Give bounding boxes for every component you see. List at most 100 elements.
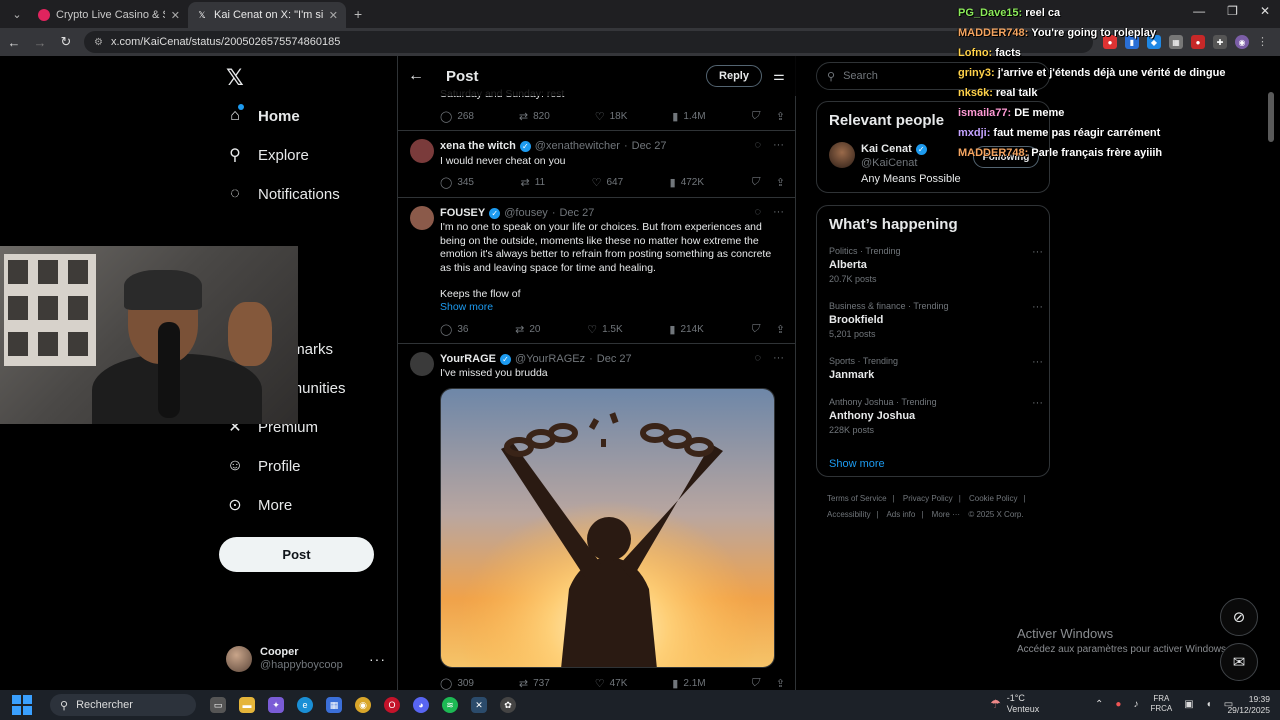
like-action[interactable]: ♡ 47K bbox=[595, 677, 628, 690]
spotify-icon[interactable]: ≋ bbox=[442, 697, 458, 713]
nav-explore[interactable]: ⚲ Explore bbox=[226, 143, 309, 167]
author-handle[interactable]: @xenathewitcher bbox=[535, 140, 620, 152]
tweet[interactable]: xena the witch ✓ @xenathewitcher · Dec 2… bbox=[398, 131, 796, 198]
reply-action[interactable]: ◯ 36 bbox=[440, 323, 468, 336]
copilot-icon[interactable]: ✦ bbox=[268, 697, 284, 713]
author-name[interactable]: FOUSEY bbox=[440, 207, 485, 219]
tweet[interactable]: FOUSEY ✓ @fousey · Dec 27 ◌ ··· I'm no o… bbox=[398, 198, 796, 344]
terms-link[interactable]: Terms of Service bbox=[827, 494, 887, 503]
show-more-link[interactable]: Show more bbox=[829, 458, 885, 470]
tweet-image[interactable] bbox=[440, 388, 775, 668]
back-icon[interactable]: ← bbox=[2, 35, 26, 50]
tweet-date[interactable]: Dec 27 bbox=[597, 353, 632, 365]
repost-action[interactable]: ⇄ 11 bbox=[520, 176, 545, 189]
file-explorer-icon[interactable]: ▬ bbox=[239, 697, 255, 713]
like-action[interactable]: ♡ 18K bbox=[595, 110, 628, 123]
show-more-link[interactable]: Show more bbox=[440, 301, 785, 315]
url-field[interactable]: ⚙ x.com/KaiCenat/status/2005026575574860… bbox=[84, 31, 1093, 53]
like-action[interactable]: ♡ 647 bbox=[592, 176, 624, 189]
share-icon[interactable]: ⇪ bbox=[776, 176, 785, 189]
close-icon[interactable]: ✕ bbox=[329, 9, 338, 22]
opera-icon[interactable]: O bbox=[384, 697, 400, 713]
cookie-link[interactable]: Cookie Policy bbox=[969, 494, 1017, 503]
reply-action[interactable]: ◯ 309 bbox=[440, 677, 474, 690]
new-tab-button[interactable]: + bbox=[354, 6, 362, 22]
nav-notifications[interactable]: ◌ Notifications bbox=[226, 182, 339, 206]
tweet-date[interactable]: Dec 27 bbox=[559, 207, 594, 219]
account-switcher[interactable]: Cooper @happyboycoop ··· bbox=[226, 644, 386, 674]
nav-more[interactable]: ⊙ More bbox=[226, 493, 292, 517]
more-dots-icon[interactable]: ··· bbox=[773, 352, 784, 364]
more-dots-icon[interactable]: ··· bbox=[369, 651, 386, 667]
system-clock[interactable]: 19:39 29/12/2025 bbox=[1227, 694, 1270, 716]
repost-action[interactable]: ⇄ 20 bbox=[515, 323, 540, 336]
volume-icon[interactable]: ◖ bbox=[1206, 699, 1212, 710]
privacy-link[interactable]: Privacy Policy bbox=[903, 494, 953, 503]
taskbar-search-input[interactable]: ⚲ Rechercher bbox=[50, 694, 196, 716]
repost-action[interactable]: ⇄ 820 bbox=[519, 110, 550, 123]
tweet[interactable]: YourRAGE ✓ @YourRAGEz · Dec 27 ◌ ··· I'v… bbox=[398, 344, 796, 690]
author-handle[interactable]: @fousey bbox=[504, 207, 548, 219]
views-action[interactable]: ▮ 2.1M bbox=[672, 677, 705, 690]
person-handle[interactable]: @KaiCenat bbox=[861, 157, 917, 169]
trend-item[interactable]: Sports · Trending Janmark ··· bbox=[829, 356, 1043, 381]
avatar[interactable] bbox=[410, 139, 434, 163]
more-dots-icon[interactable]: ··· bbox=[1032, 301, 1043, 313]
trend-item[interactable]: Anthony Joshua · Trending Anthony Joshua… bbox=[829, 397, 1043, 435]
messages-fab-button[interactable]: ✉ bbox=[1220, 643, 1258, 681]
sliders-icon[interactable]: ⚌ bbox=[762, 68, 796, 84]
more-dots-icon[interactable]: ··· bbox=[1032, 356, 1043, 368]
site-info-icon[interactable]: ⚙ bbox=[94, 37, 103, 48]
language-indicator[interactable]: FRA FRCA bbox=[1150, 694, 1172, 714]
mic-icon[interactable]: ♪ bbox=[1133, 699, 1138, 710]
bookmark-action[interactable]: ⛉ ⇪ bbox=[751, 677, 785, 690]
x-logo-icon[interactable]: 𝕏 bbox=[226, 66, 244, 91]
avatar[interactable] bbox=[829, 142, 855, 168]
grok-icon[interactable]: ◌ bbox=[754, 139, 761, 151]
more-dots-icon[interactable]: ··· bbox=[773, 206, 784, 218]
more-link[interactable]: More ··· bbox=[932, 510, 960, 519]
store-icon[interactable]: ▦ bbox=[326, 697, 342, 713]
grok-icon[interactable]: ◌ bbox=[754, 206, 761, 218]
share-icon[interactable]: ⇪ bbox=[776, 323, 785, 336]
accessibility-link[interactable]: Accessibility bbox=[827, 510, 871, 519]
terminal-icon[interactable]: ✕ bbox=[471, 697, 487, 713]
chrome-icon[interactable]: ◉ bbox=[355, 697, 371, 713]
post-button[interactable]: Post bbox=[219, 537, 374, 572]
app-icon[interactable]: ✿ bbox=[500, 697, 516, 713]
tab-search-chevron-icon[interactable]: ⌄ bbox=[4, 4, 30, 24]
author-name[interactable]: YourRAGE bbox=[440, 353, 496, 365]
back-arrow-icon[interactable]: ← bbox=[398, 67, 434, 85]
share-icon[interactable]: ⇪ bbox=[776, 677, 785, 690]
avatar[interactable] bbox=[410, 206, 434, 230]
avatar[interactable] bbox=[410, 352, 434, 376]
discord-icon[interactable]: ◕ bbox=[413, 697, 429, 713]
tab-casino[interactable]: Crypto Live Casino & Slots | Jo ✕ bbox=[30, 2, 188, 28]
windows-start-icon[interactable] bbox=[12, 695, 32, 715]
grok-icon[interactable]: ◌ bbox=[754, 352, 761, 364]
task-view-icon[interactable]: ▭ bbox=[210, 697, 226, 713]
reload-icon[interactable]: ↻ bbox=[54, 34, 78, 50]
share-icon[interactable]: ⇪ bbox=[776, 110, 785, 123]
author-name[interactable]: xena the witch bbox=[440, 140, 516, 152]
views-action[interactable]: ▮ 472K bbox=[670, 176, 704, 189]
ads-info-link[interactable]: Ads info bbox=[886, 510, 915, 519]
repost-action[interactable]: ⇄ 737 bbox=[519, 677, 550, 690]
network-icon[interactable]: ▣ bbox=[1184, 699, 1193, 710]
chevron-up-icon[interactable]: ⌃ bbox=[1095, 699, 1103, 710]
edge-icon[interactable]: e bbox=[297, 697, 313, 713]
reply-action[interactable]: ◯ 345 bbox=[440, 176, 474, 189]
person-name[interactable]: Kai Cenat ✓ bbox=[861, 143, 927, 155]
weather-widget[interactable]: ☂ -1°C Venteux bbox=[990, 693, 1039, 715]
more-dots-icon[interactable]: ··· bbox=[1032, 397, 1043, 409]
nav-profile[interactable]: ☺ Profile bbox=[226, 454, 301, 478]
reply-action[interactable]: ◯ 268 bbox=[440, 110, 474, 123]
forward-icon[interactable]: → bbox=[28, 35, 52, 50]
tweet-date[interactable]: Dec 27 bbox=[632, 140, 667, 152]
grok-fab-button[interactable]: ⊘ bbox=[1220, 598, 1258, 636]
views-action[interactable]: ▮ 214K bbox=[669, 323, 703, 336]
trend-item[interactable]: Business & finance · Trending Brookfield… bbox=[829, 301, 1043, 339]
trend-item[interactable]: Politics · Trending Alberta 20.7K posts … bbox=[829, 246, 1043, 284]
tray-app-icon[interactable]: ● bbox=[1115, 699, 1121, 710]
views-action[interactable]: ▮ 1.4M bbox=[672, 110, 705, 123]
